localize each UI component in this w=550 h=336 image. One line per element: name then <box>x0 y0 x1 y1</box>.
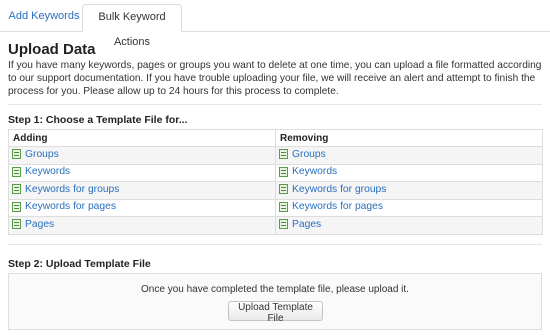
page-title: Upload Data <box>8 41 96 58</box>
tab-add-keywords[interactable]: Add Keywords <box>6 4 82 30</box>
spreadsheet-file-icon <box>279 166 288 177</box>
template-link-removing-groups[interactable]: Groups <box>292 149 326 160</box>
upload-instruction: Once you have completed the template fil… <box>141 284 409 295</box>
step2-title: Step 2: Upload Template File <box>8 258 151 270</box>
spreadsheet-file-icon <box>12 201 21 212</box>
page-description: If you have many keywords, pages or grou… <box>8 60 542 97</box>
template-link-adding-groups[interactable]: Groups <box>25 149 59 160</box>
divider <box>8 104 542 105</box>
step1-title: Step 1: Choose a Template File for... <box>8 114 188 126</box>
column-header-removing: Removing <box>275 129 543 147</box>
table-row: Keywords for groups Keywords for groups <box>8 181 543 200</box>
upload-panel: Once you have completed the template fil… <box>8 273 542 330</box>
template-link-removing-keywords-for-groups[interactable]: Keywords for groups <box>292 184 386 195</box>
spreadsheet-file-icon <box>279 201 288 212</box>
upload-template-button[interactable]: Upload Template File <box>228 301 323 324</box>
template-link-adding-keywords-for-pages[interactable]: Keywords for pages <box>25 201 116 212</box>
spreadsheet-file-icon <box>12 166 21 177</box>
spreadsheet-file-icon <box>12 149 21 159</box>
template-link-adding-keywords[interactable]: Keywords <box>25 166 70 177</box>
table-row: Groups Groups <box>8 146 543 165</box>
spreadsheet-file-icon <box>12 184 21 194</box>
spreadsheet-file-icon <box>279 219 288 229</box>
spreadsheet-file-icon <box>279 184 288 194</box>
table-row: Pages Pages <box>8 216 543 235</box>
spreadsheet-file-icon <box>12 219 21 229</box>
template-link-removing-pages[interactable]: Pages <box>292 219 321 230</box>
template-link-removing-keywords-for-pages[interactable]: Keywords for pages <box>292 201 383 212</box>
divider <box>8 244 542 245</box>
tab-bulk-keyword-actions[interactable]: Bulk Keyword Actions <box>82 4 182 48</box>
spreadsheet-file-icon <box>279 149 288 159</box>
table-row: Keywords Keywords <box>8 163 543 182</box>
template-link-adding-pages[interactable]: Pages <box>25 219 54 230</box>
tab-bar: Add Keywords Bulk Keyword Actions <box>0 0 550 48</box>
table-row: Keywords for pages Keywords for pages <box>8 198 543 217</box>
template-table: Adding Removing Groups Groups Keywords K… <box>8 129 543 235</box>
column-header-adding: Adding <box>8 129 276 147</box>
template-link-adding-keywords-for-groups[interactable]: Keywords for groups <box>25 184 119 195</box>
template-link-removing-keywords[interactable]: Keywords <box>292 166 337 177</box>
